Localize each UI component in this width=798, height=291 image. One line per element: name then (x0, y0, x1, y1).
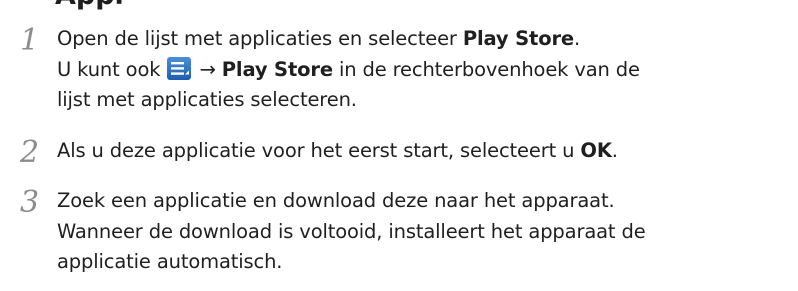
step-text: Als u deze applicatie voor het eerst sta… (57, 136, 786, 167)
step-line: lijst met applicaties selecteren. (57, 88, 357, 111)
step-number: 3 (20, 185, 40, 220)
step-text: Zoek een applicatie en download deze naa… (57, 186, 786, 278)
ok-label: OK (580, 139, 612, 162)
step-line: Wanneer de download is voltooid, install… (57, 219, 646, 243)
step-text: Open de lijst met applicaties en selecte… (57, 24, 786, 116)
step-line: U kunt ook → Play Store in de rechterbov… (57, 56, 640, 81)
step-line: Als u deze applicatie voor het eerst sta… (57, 139, 618, 162)
play-store-label: Play Store (462, 27, 574, 50)
menu-icon (167, 56, 192, 80)
step-number: 1 (20, 23, 40, 58)
section-heading-fragment: Appl (55, 0, 124, 10)
play-store-label: Play Store (221, 57, 333, 81)
step-line: Zoek een applicatie en download deze naa… (57, 189, 615, 212)
arrow-symbol: → (199, 57, 216, 81)
step-line: Open de lijst met applicaties en selecte… (57, 27, 581, 50)
step-number: 2 (20, 135, 40, 170)
step-line: applicatie automatisch. (57, 250, 283, 273)
